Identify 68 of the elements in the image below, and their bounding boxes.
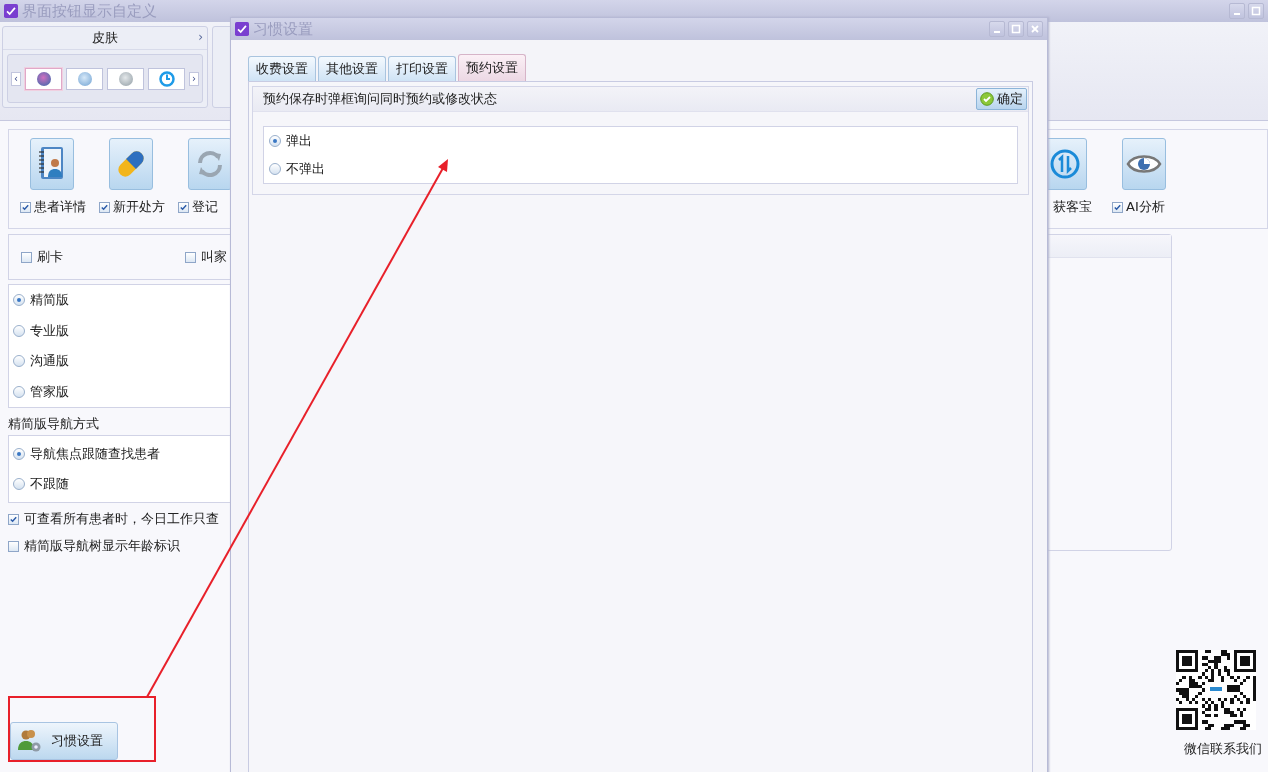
radio-button[interactable] <box>13 448 25 460</box>
minimize-button[interactable] <box>1229 3 1245 19</box>
checkbox[interactable] <box>185 251 196 263</box>
section-label: 精简版导航方式 <box>8 415 100 433</box>
radio-label: 弹出 <box>286 132 312 150</box>
tab[interactable]: 收费设置 <box>248 56 316 81</box>
checkbox-label: 获客宝 <box>1053 198 1092 216</box>
checkbox-label: 患者详情 <box>34 198 86 216</box>
radio-label: 管家版 <box>30 382 69 401</box>
skin-thumbnail[interactable] <box>107 67 144 90</box>
checkbox[interactable] <box>20 201 31 213</box>
checkbox[interactable] <box>21 251 32 263</box>
skin-thumbnail[interactable] <box>148 67 185 90</box>
radio-label: 导航焦点跟随查找患者 <box>30 445 160 463</box>
checkbox[interactable] <box>8 540 19 552</box>
checkbox-icon <box>235 22 249 36</box>
tab[interactable]: 打印设置 <box>388 56 456 81</box>
radio-button[interactable] <box>13 355 25 368</box>
minimize-button[interactable] <box>989 21 1005 37</box>
skin-thumbnail[interactable] <box>25 67 62 90</box>
checkbox[interactable] <box>99 201 110 213</box>
capsule-icon[interactable] <box>108 138 153 190</box>
checkbox-label: 叫家 <box>201 248 227 266</box>
qr-caption: 微信联系我们 <box>1184 740 1262 758</box>
expand-button[interactable]: › <box>196 30 205 44</box>
radio-button[interactable] <box>13 324 25 337</box>
eye-icon[interactable] <box>1121 138 1166 190</box>
maximize-button[interactable] <box>1008 21 1024 37</box>
radio-button[interactable] <box>13 385 25 398</box>
checkbox[interactable] <box>8 513 19 525</box>
checkbox[interactable] <box>178 201 189 213</box>
next-button[interactable]: › <box>189 71 199 86</box>
checkbox[interactable] <box>1112 201 1123 213</box>
checkbox-label: 可查看所有患者时，今日工作只查 <box>24 510 219 528</box>
contact-book-icon[interactable] <box>29 138 74 190</box>
minimize-icon <box>1234 13 1240 15</box>
radio-label: 专业版 <box>30 321 69 340</box>
checkbox-label: 登记 <box>192 198 218 216</box>
maximize-icon <box>1251 6 1261 16</box>
radio-label: 不跟随 <box>30 475 69 493</box>
radio-button[interactable] <box>269 135 281 147</box>
checkbox-label: 新开处方 <box>113 198 165 216</box>
checkbox-label: AI分析 <box>1126 198 1165 216</box>
skin-thumbnail[interactable] <box>66 67 103 90</box>
radio-label: 精简版 <box>30 291 69 310</box>
person-gear-icon <box>17 729 43 753</box>
tab[interactable]: 其他设置 <box>318 56 386 81</box>
previous-button[interactable]: ‹ <box>11 71 21 86</box>
group-title: 预约保存时弹框询问同时预约或修改状态 <box>263 90 497 108</box>
tab[interactable]: 预约设置 <box>458 54 526 81</box>
panel-title: 皮肤 <box>92 29 118 47</box>
confirm-button[interactable]: 确定 <box>976 88 1027 110</box>
radio-button[interactable] <box>269 163 281 175</box>
close-button[interactable] <box>1027 21 1043 37</box>
check-circle-icon <box>980 92 994 106</box>
checkbox-label: 精简版导航树显示年龄标识 <box>24 537 180 555</box>
radio-label: 不弹出 <box>286 160 325 178</box>
radio-button[interactable] <box>13 478 25 490</box>
maximize-button[interactable] <box>1248 3 1264 19</box>
habit-settings-button[interactable]: 习惯设置 <box>10 722 118 760</box>
close-icon <box>1030 24 1040 34</box>
refresh-icon[interactable] <box>187 138 232 190</box>
radio-button[interactable] <box>13 294 25 307</box>
checkbox-label: 刷卡 <box>37 248 63 266</box>
maximize-icon <box>1011 24 1021 34</box>
minimize-icon <box>994 31 1000 33</box>
checkbox-icon <box>4 4 18 18</box>
radio-label: 沟通版 <box>30 352 69 371</box>
